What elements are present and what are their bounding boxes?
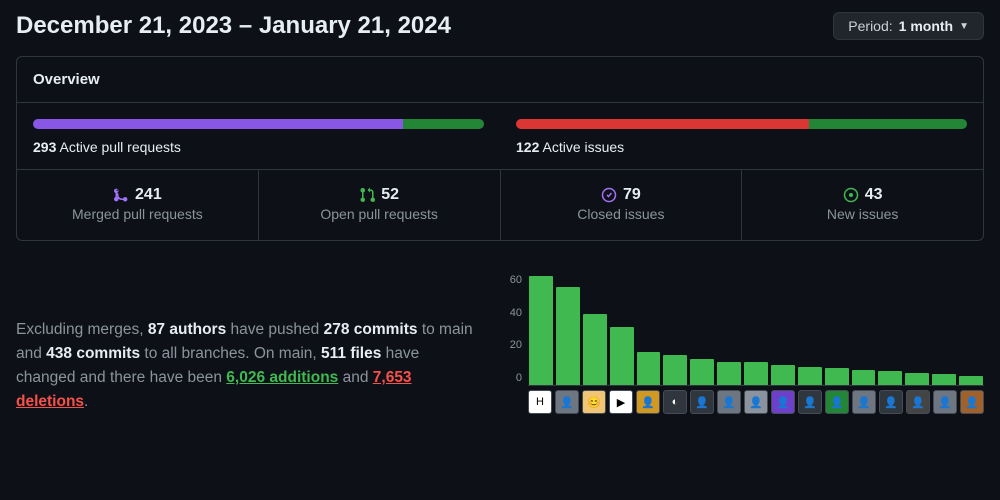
contributor-avatar[interactable]: 👤 bbox=[798, 390, 822, 414]
contributor-avatar[interactable]: 👤 bbox=[690, 390, 714, 414]
commit-summary: Excluding merges, 87 authors have pushed… bbox=[16, 318, 482, 414]
contributor-bar[interactable] bbox=[529, 276, 553, 385]
contributor-avatar[interactable]: 👤 bbox=[933, 390, 957, 414]
contributor-avatar[interactable]: 👤 bbox=[960, 390, 984, 414]
stat-cell-issue-open[interactable]: 43 New issues bbox=[742, 170, 983, 240]
contributor-bar[interactable] bbox=[852, 370, 876, 385]
contributor-avatar[interactable]: 👤 bbox=[717, 390, 741, 414]
contributor-bar[interactable] bbox=[798, 367, 822, 385]
contributor-avatar[interactable]: 👤 bbox=[555, 390, 579, 414]
contributor-bar[interactable] bbox=[959, 376, 983, 385]
period-value: 1 month bbox=[899, 18, 953, 34]
stat-label: Closed issues bbox=[509, 206, 734, 222]
contributor-bar[interactable] bbox=[825, 368, 849, 385]
contributor-bar[interactable] bbox=[744, 362, 768, 385]
contributor-bar[interactable] bbox=[583, 314, 607, 385]
merge-icon bbox=[113, 187, 129, 203]
contributor-avatar[interactable]: 👤 bbox=[906, 390, 930, 414]
contributor-avatar[interactable]: 👤 bbox=[852, 390, 876, 414]
pr-count: 293 bbox=[33, 139, 56, 155]
stat-count: 43 bbox=[865, 186, 883, 204]
contributor-bar[interactable] bbox=[610, 327, 634, 385]
additions-link[interactable]: 6,026 additions bbox=[226, 369, 338, 386]
contributor-avatar[interactable]: H bbox=[528, 390, 552, 414]
contributor-avatar[interactable]: 👤 bbox=[744, 390, 768, 414]
y-tick: 60 bbox=[510, 274, 522, 286]
y-tick: 40 bbox=[510, 307, 522, 319]
overview-panel: Overview 293 Active pull requests 122 Ac… bbox=[16, 56, 984, 241]
contributor-bar[interactable] bbox=[905, 373, 929, 385]
y-tick: 0 bbox=[510, 372, 522, 384]
issue-count: 122 bbox=[516, 139, 539, 155]
contributors-chart: 6040200 H👤😊▶👤◐👤👤👤👤👤👤👤👤👤👤👤 bbox=[510, 269, 984, 414]
period-selector[interactable]: Period: 1 month ▼ bbox=[833, 12, 984, 40]
stat-label: Open pull requests bbox=[267, 206, 492, 222]
contributor-bar[interactable] bbox=[663, 355, 687, 385]
stat-cell-merge[interactable]: 241 Merged pull requests bbox=[17, 170, 259, 240]
contributor-avatar[interactable]: 👤 bbox=[771, 390, 795, 414]
pr-open-icon bbox=[359, 187, 375, 203]
overview-title: Overview bbox=[17, 57, 983, 103]
contributor-avatar[interactable]: 👤 bbox=[879, 390, 903, 414]
pull-requests-summary[interactable]: 293 Active pull requests bbox=[33, 119, 484, 155]
contributor-bar[interactable] bbox=[690, 359, 714, 385]
stat-count: 52 bbox=[381, 186, 399, 204]
contributor-bar[interactable] bbox=[717, 362, 741, 385]
chevron-down-icon: ▼ bbox=[959, 21, 969, 32]
contributor-bar[interactable] bbox=[878, 371, 902, 385]
stat-label: Merged pull requests bbox=[25, 206, 250, 222]
contributor-avatar[interactable]: 😊 bbox=[582, 390, 606, 414]
pr-label: Active pull requests bbox=[59, 139, 180, 155]
stat-cell-issue-closed[interactable]: 79 Closed issues bbox=[501, 170, 743, 240]
pr-progress-bar bbox=[33, 119, 484, 129]
issue-open-icon bbox=[843, 187, 859, 203]
issue-label: Active issues bbox=[542, 139, 624, 155]
stat-cell-pr-open[interactable]: 52 Open pull requests bbox=[259, 170, 501, 240]
stat-label: New issues bbox=[750, 206, 975, 222]
period-label: Period: bbox=[848, 18, 892, 34]
stat-count: 79 bbox=[623, 186, 641, 204]
issue-progress-bar bbox=[516, 119, 967, 129]
issue-closed-icon bbox=[601, 187, 617, 203]
contributor-bar[interactable] bbox=[556, 287, 580, 385]
contributor-avatar[interactable]: ▶ bbox=[609, 390, 633, 414]
contributor-avatar[interactable]: 👤 bbox=[636, 390, 660, 414]
issues-summary[interactable]: 122 Active issues bbox=[516, 119, 967, 155]
stat-count: 241 bbox=[135, 186, 162, 204]
contributor-bar[interactable] bbox=[771, 365, 795, 385]
contributor-avatar[interactable]: 👤 bbox=[825, 390, 849, 414]
contributor-avatar[interactable]: ◐ bbox=[663, 390, 687, 414]
date-range: December 21, 2023 – January 21, 2024 bbox=[16, 12, 451, 40]
contributor-bar[interactable] bbox=[637, 352, 661, 385]
y-tick: 20 bbox=[510, 339, 522, 351]
contributor-bar[interactable] bbox=[932, 374, 956, 385]
